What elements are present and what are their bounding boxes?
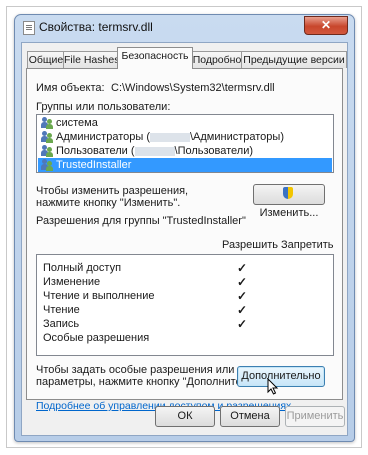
title-bar[interactable]: Свойства: termsrv.dll ✕: [15, 15, 354, 40]
cancel-button[interactable]: Отмена: [220, 406, 280, 427]
properties-dialog: Свойства: termsrv.dll ✕ Общие File Hashe…: [14, 14, 355, 442]
permission-row: Чтение ✓: [37, 303, 333, 317]
groups-listbox[interactable]: система Администраторы (\Администраторы)…: [36, 114, 334, 173]
uac-shield-icon: [282, 187, 293, 199]
tab-previous-versions[interactable]: Предыдущие версии: [241, 51, 347, 68]
advanced-button[interactable]: Дополнительно: [237, 366, 325, 387]
permission-name: Чтение и выполнение: [43, 290, 155, 302]
users-icon: [41, 159, 53, 171]
permission-row: Изменение ✓: [37, 275, 333, 289]
change-hint-line2: нажмите кнопку "Изменить".: [36, 197, 181, 209]
redacted-text: [134, 146, 175, 156]
permission-name: Запись: [43, 318, 80, 330]
apply-button[interactable]: Применить: [285, 406, 345, 427]
permission-name: Изменение: [43, 276, 101, 288]
close-button[interactable]: ✕: [304, 16, 348, 35]
groups-label: Группы или пользователи:: [36, 101, 171, 113]
permission-name: Полный доступ: [43, 262, 122, 274]
advanced-hint-line1: Чтобы задать особые разрешения или: [36, 364, 235, 376]
object-name-label: Имя объекта:: [36, 82, 105, 94]
change-hint-line1: Чтобы изменить разрешения,: [36, 185, 189, 197]
permission-row: Запись ✓: [37, 317, 333, 331]
allow-check-icon: ✓: [237, 289, 248, 303]
permission-name: Чтение: [43, 304, 80, 316]
ok-button[interactable]: ОК: [155, 406, 215, 427]
edit-button[interactable]: Изменить...: [253, 184, 325, 219]
allow-check-icon: ✓: [237, 317, 248, 331]
mouse-cursor-icon: [267, 378, 279, 395]
permission-row: Чтение и выполнение ✓: [37, 289, 333, 303]
users-icon: [41, 117, 53, 129]
list-item-label: система: [56, 117, 98, 129]
allow-check-icon: ✓: [237, 261, 248, 275]
tab-strip: Общие File Hashes Безопасность Подробно …: [26, 47, 347, 69]
deny-column-header: Запретить: [281, 239, 334, 251]
dialog-client: Общие File Hashes Безопасность Подробно …: [21, 42, 348, 436]
allow-check-icon: ✓: [237, 303, 248, 317]
list-item-users[interactable]: Пользователи (\Пользователи): [38, 144, 332, 158]
security-panel: Имя объекта: C:\Windows\System32\termsrv…: [26, 68, 343, 412]
permission-name: Особые разрешения: [43, 332, 150, 344]
tab-security[interactable]: Безопасность: [117, 47, 193, 69]
window-title: Свойства: termsrv.dll: [39, 20, 153, 34]
users-icon: [41, 131, 53, 143]
tab-general[interactable]: Общие: [27, 51, 65, 68]
document-icon: [23, 21, 35, 35]
object-name-value: C:\Windows\System32\termsrv.dll: [111, 82, 275, 94]
permissions-label: Разрешения для группы "TrustedInstaller": [36, 215, 246, 227]
allow-column-header: Разрешить: [222, 239, 278, 251]
list-item-administrators[interactable]: Администраторы (\Администраторы): [38, 130, 332, 144]
list-item-label: Пользователи (\Пользователи): [56, 145, 254, 157]
users-icon: [41, 145, 53, 157]
tab-details[interactable]: Подробно: [191, 51, 243, 68]
list-item-trustedinstaller[interactable]: TrustedInstaller: [38, 158, 332, 172]
permission-row: Полный доступ ✓: [37, 261, 333, 275]
allow-check-icon: ✓: [237, 275, 248, 289]
redacted-text: [150, 132, 190, 142]
permissions-list: Полный доступ ✓ Изменение ✓ Чтение и вып…: [36, 254, 334, 356]
list-item-label: Администраторы (\Администраторы): [56, 131, 284, 143]
list-item-label: TrustedInstaller: [56, 159, 132, 171]
list-item-system[interactable]: система: [38, 116, 332, 130]
permission-row: Особые разрешения: [37, 331, 333, 345]
tab-file-hashes[interactable]: File Hashes: [63, 51, 119, 68]
